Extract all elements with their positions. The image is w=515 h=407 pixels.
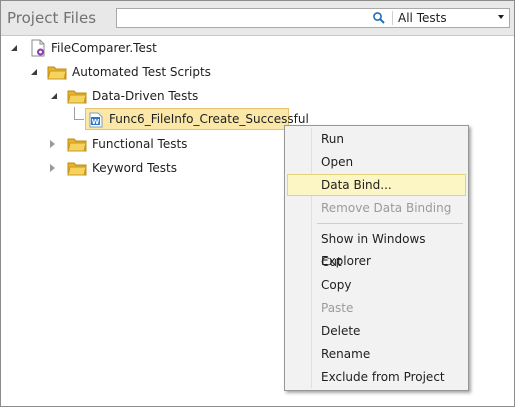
menu-item-label: Run (321, 132, 345, 146)
tree-label: Func6_FileInfo_Create_Successful (109, 112, 309, 126)
tree-connector-line (74, 107, 75, 119)
menu-item-rename[interactable]: Rename (287, 343, 466, 365)
folder-icon (67, 136, 87, 159)
context-menu: Run Open Data Bind... Remove Data Bindin… (284, 125, 469, 391)
search-input[interactable] (119, 10, 367, 26)
search-box[interactable]: All Tests (116, 8, 510, 28)
folder-icon (67, 88, 87, 111)
test-file-icon: W (89, 112, 103, 135)
menu-item-data-bind[interactable]: Data Bind... (287, 174, 466, 196)
tree-node-keyword-tests[interactable]: Keyword Tests (49, 157, 249, 179)
menu-item-label: Delete (321, 324, 361, 338)
menu-item-exclude-from-project[interactable]: Exclude from Project (287, 366, 466, 388)
expanded-arrow-icon[interactable] (31, 69, 37, 75)
menu-item-run[interactable]: Run (287, 128, 466, 150)
expanded-arrow-icon[interactable] (51, 93, 57, 99)
tree-node-functional-tests[interactable]: Functional Tests (49, 133, 249, 155)
tree-connector-line (74, 119, 84, 120)
expanded-arrow-icon[interactable] (11, 45, 17, 51)
menu-item-delete[interactable]: Delete (287, 320, 466, 342)
menu-item-open[interactable]: Open (287, 151, 466, 173)
tree-label: FileComparer.Test (51, 41, 157, 55)
tree-node-root[interactable]: FileComparer.Test (9, 37, 209, 59)
tree-label: Data-Driven Tests (92, 89, 199, 103)
tree-label: Functional Tests (92, 137, 188, 151)
panel-header: Project Files All Tests (1, 1, 514, 36)
chevron-down-icon[interactable] (498, 15, 504, 19)
menu-item-label: Cut (321, 255, 342, 269)
svg-text:W: W (92, 118, 100, 126)
collapsed-arrow-icon[interactable] (50, 164, 55, 172)
folder-icon (67, 160, 87, 183)
menu-item-remove-data-binding: Remove Data Binding (287, 197, 466, 219)
menu-item-paste: Paste (287, 297, 466, 319)
test-filter-select[interactable]: All Tests (398, 11, 447, 25)
tree-node-automated-test-scripts[interactable]: Automated Test Scripts (29, 61, 229, 83)
menu-item-show-in-explorer[interactable]: Show in Windows Explorer (287, 228, 466, 268)
menu-item-copy[interactable]: Copy (287, 274, 466, 296)
menu-item-label: Rename (321, 347, 371, 361)
project-files-panel: Project Files All Tests FileComparer.Tes… (0, 0, 515, 407)
menu-item-label: Remove Data Binding (321, 201, 452, 215)
collapsed-arrow-icon[interactable] (50, 140, 55, 148)
folder-icon (47, 64, 67, 87)
search-icon[interactable] (372, 11, 386, 25)
menu-item-label: Exclude from Project (321, 370, 445, 384)
menu-item-cut[interactable]: Cut (287, 251, 466, 273)
search-divider (392, 11, 393, 25)
tree-node-selected-test[interactable]: W Func6_FileInfo_Create_Successful (85, 108, 309, 130)
tree-label: Keyword Tests (92, 161, 177, 175)
menu-item-label: Paste (321, 301, 354, 315)
menu-item-label: Open (321, 155, 354, 169)
menu-separator (317, 223, 463, 224)
panel-title: Project Files (7, 9, 97, 27)
menu-item-label: Data Bind... (321, 178, 392, 192)
tree-node-data-driven-tests[interactable]: Data-Driven Tests (49, 85, 249, 107)
tree-label: Automated Test Scripts (72, 65, 211, 79)
menu-item-label: Copy (321, 278, 352, 292)
